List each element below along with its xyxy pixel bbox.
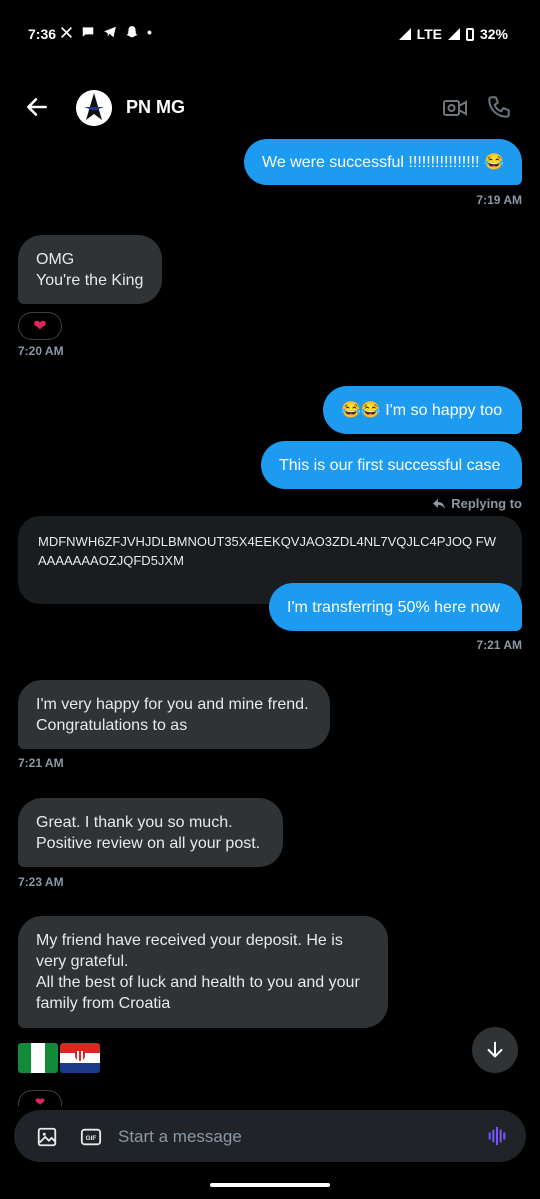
scroll-to-bottom-button[interactable] [472,1027,518,1073]
chat-icon [82,27,94,37]
status-time: 7:36 [28,26,57,42]
notification-icons: • [60,24,152,40]
incoming-message[interactable]: Great. I thank you so much. Positive rev… [18,798,283,867]
message-timestamp: 7:20 AM [18,344,64,358]
message-text-line: Congratulations to as [36,716,188,734]
status-right: LTE 32% [398,26,508,42]
reaction-badge[interactable]: ❤ [18,312,62,340]
reaction-badge-partial: ❤ [18,1090,62,1109]
message-text: We were successful !!!!!!!!!!!!!!!! 😂 [262,153,504,171]
message-text: 😂😂 I'm so happy too [341,401,503,419]
heart-reaction-icon: ❤ [34,1094,46,1109]
avatar[interactable] [76,90,112,126]
home-indicator[interactable] [210,1183,330,1187]
network-type: LTE [416,26,442,42]
conversation-header: PN MG [0,80,540,136]
outgoing-message[interactable]: We were successful !!!!!!!!!!!!!!!! 😂 [244,139,522,185]
phone-call-icon[interactable] [486,94,512,120]
message-timestamp: 7:21 AM [18,756,64,770]
message-timestamp: 7:23 AM [18,875,64,889]
message-text-line: family from Croatia [36,995,171,1012]
outgoing-message[interactable]: I'm transferring 50% here now [269,583,522,631]
incoming-message[interactable]: I'm very happy for you and mine frend. C… [18,680,330,749]
arrow-down-icon [487,1041,503,1058]
message-text-line: My friend have received your deposit. He… [36,932,343,949]
croatia-flag-icon [60,1043,100,1073]
outgoing-message[interactable]: 😂😂 I'm so happy too [323,386,522,434]
emoji-message[interactable] [18,1043,100,1073]
message-text: I'm transferring 50% here now [287,598,500,616]
snapchat-icon [126,26,138,38]
message-composer: GIF Start a message [14,1110,526,1162]
message-text-line: OMG [36,250,75,268]
message-text-line: very grateful. [36,953,129,970]
back-arrow-icon[interactable] [24,94,50,120]
message-timestamp: 7:19 AM [476,193,522,207]
message-text: This is our first successful case [279,456,501,474]
x-logo-icon [61,26,72,38]
message-text-line: I'm very happy for you and mine frend. [36,695,309,713]
message-input[interactable]: Start a message [118,1127,242,1147]
wifi-signal-icon [447,28,460,40]
message-text-line: All the best of luck and health to you a… [36,974,360,991]
replying-to-text: Replying to [451,496,522,511]
message-text-line: You're the King [36,271,144,289]
voice-message-icon[interactable] [486,1125,508,1147]
gif-icon[interactable]: GIF [80,1126,102,1148]
avatar-logo-icon [76,90,112,126]
image-icon[interactable] [36,1126,58,1148]
message-text-line: Positive review on all your post. [36,834,261,852]
replying-to-label: Replying to [432,496,522,511]
contact-name[interactable]: PN MG [126,97,185,118]
telegram-icon [104,26,116,38]
nigeria-flag-icon [18,1043,58,1073]
battery-icon [465,27,474,41]
svg-text:GIF: GIF [86,1135,97,1142]
heart-reaction-icon: ❤ [33,318,47,335]
video-call-icon[interactable] [442,96,468,120]
message-timestamp: 7:21 AM [476,638,522,652]
reply-arrow-icon [433,498,446,509]
message-text-line: Great. I thank you so much. [36,813,233,831]
more-notifications-dot: • [147,24,152,40]
battery-percent: 32% [479,26,508,42]
incoming-message[interactable]: OMG You're the King [18,235,162,304]
incoming-message[interactable]: My friend have received your deposit. He… [18,916,388,1028]
status-bar: 7:36 • LTE 32% [0,0,540,68]
outgoing-message[interactable]: This is our first successful case [261,441,522,489]
signal-icon [398,28,411,40]
